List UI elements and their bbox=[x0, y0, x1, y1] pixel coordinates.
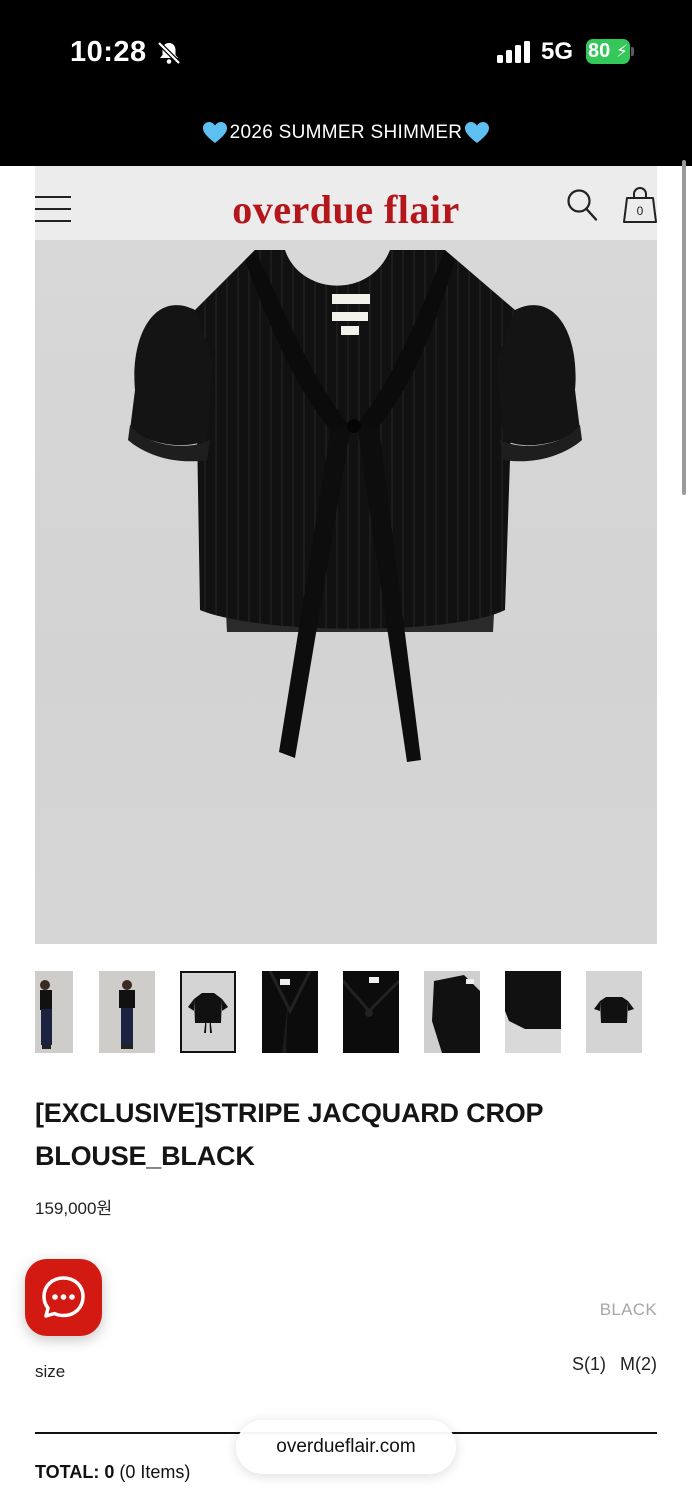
product-price: 159,000원 bbox=[35, 1199, 113, 1218]
blouse-illustration bbox=[128, 250, 582, 762]
cart-count: 0 bbox=[636, 204, 644, 218]
total-count: 0 bbox=[104, 1462, 115, 1482]
site-header: overdue flair 0 bbox=[35, 166, 657, 240]
site-logo[interactable]: overdue flair bbox=[35, 186, 657, 233]
thumbnail-strip bbox=[35, 971, 657, 1053]
product-main-image[interactable] bbox=[35, 240, 657, 944]
bell-slash-icon bbox=[157, 41, 181, 65]
size-options: S(1) M(2) bbox=[572, 1354, 657, 1375]
network-label: 5G bbox=[541, 38, 574, 65]
product-title: [EXCLUSIVE]STRIPE JACQUARD CROP BLOUSE_B… bbox=[35, 1098, 543, 1171]
size-option-s[interactable]: S(1) bbox=[572, 1354, 606, 1375]
promo-banner[interactable]: 2026 SUMMER SHIMMER bbox=[0, 100, 692, 166]
thumbnail-6[interactable] bbox=[424, 971, 480, 1053]
thumbnail-1[interactable] bbox=[35, 971, 73, 1053]
thumbnail-2[interactable] bbox=[99, 971, 155, 1053]
status-bar: 10:28 5G 80 ⚡ bbox=[0, 0, 692, 100]
blue-heart-icon bbox=[465, 122, 490, 143]
blue-heart-icon bbox=[202, 122, 227, 143]
url-text: overdueflair.com bbox=[276, 1436, 416, 1457]
status-time: 10:28 bbox=[70, 36, 147, 68]
thumbnail-4[interactable] bbox=[262, 971, 318, 1053]
size-label: size bbox=[35, 1362, 66, 1381]
battery-level: 80 bbox=[588, 40, 611, 62]
total-items: (0 Items) bbox=[119, 1462, 191, 1482]
chat-button[interactable] bbox=[25, 1259, 102, 1336]
signal-icon bbox=[497, 41, 530, 63]
total-label: TOTAL: bbox=[35, 1462, 100, 1482]
promo-text: 2026 SUMMER SHIMMER bbox=[229, 122, 463, 143]
battery-charging-icon: 80 ⚡ bbox=[586, 39, 634, 64]
page-scrollbar[interactable] bbox=[682, 160, 686, 495]
total-summary: TOTAL: 0 (0 Items) bbox=[35, 1462, 190, 1483]
search-icon[interactable] bbox=[566, 188, 598, 222]
thumbnail-5[interactable] bbox=[343, 971, 399, 1053]
thumbnail-8[interactable] bbox=[586, 971, 642, 1053]
browser-url-bar[interactable]: overdueflair.com bbox=[236, 1420, 456, 1474]
color-option[interactable]: BLACK bbox=[600, 1300, 657, 1320]
thumbnail-7[interactable] bbox=[505, 971, 561, 1053]
size-option-m[interactable]: M(2) bbox=[620, 1354, 657, 1375]
chat-bubble-icon bbox=[42, 1276, 85, 1318]
thumbnail-3[interactable] bbox=[180, 971, 236, 1053]
shopping-bag-icon[interactable]: 0 bbox=[622, 186, 658, 224]
bolt-icon: ⚡ bbox=[616, 42, 628, 61]
